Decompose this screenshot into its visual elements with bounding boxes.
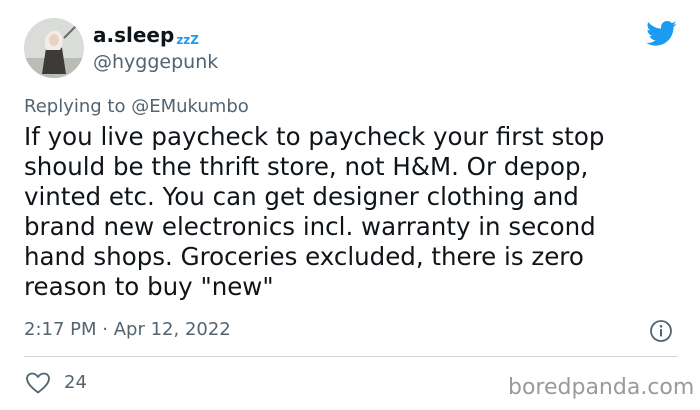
info-icon[interactable]: [649, 319, 673, 343]
sleep-decoration: zzZ: [176, 33, 199, 47]
display-name-text: a.sleep: [93, 23, 175, 47]
avatar[interactable]: [24, 18, 84, 78]
watermark: boredpanda.com: [508, 375, 695, 400]
tweet-timestamp[interactable]: 2:17 PM · Apr 12, 2022: [24, 318, 231, 342]
heart-icon[interactable]: [25, 371, 51, 395]
tweet-text: If you live paycheck to paycheck your fi…: [24, 122, 605, 301]
user-handle[interactable]: @hyggepunk: [93, 50, 218, 74]
twitter-bird-icon[interactable]: [645, 20, 677, 46]
replying-to-handle[interactable]: @EMukumbo: [131, 96, 249, 117]
replying-to: Replying to @EMukumbo: [24, 95, 249, 119]
like-count: 24: [64, 372, 87, 393]
replying-to-prefix: Replying to: [24, 96, 126, 117]
tweet-time: 2:17 PM: [24, 319, 97, 340]
divider: [24, 356, 678, 357]
tweet-date: Apr 12, 2022: [113, 319, 231, 340]
display-name[interactable]: a.sleep zzZ: [93, 22, 199, 53]
timestamp-separator: ·: [102, 319, 108, 340]
